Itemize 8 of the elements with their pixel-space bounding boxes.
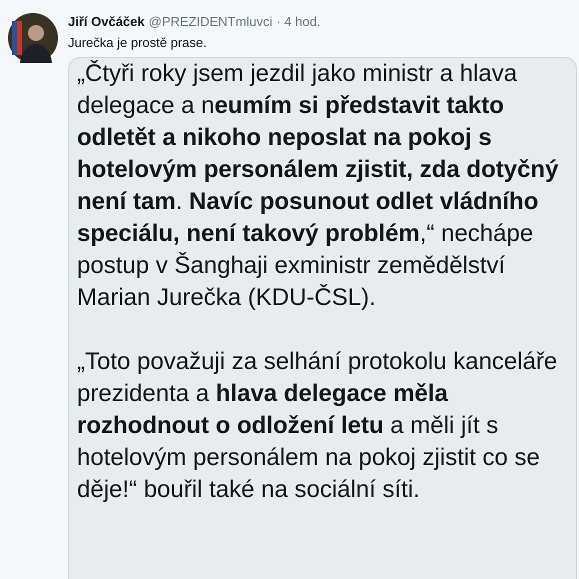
quote-paragraph: „Čtyři roky jsem jezdil jako ministr a hlava delegace a neumím si představit takto odletět a nikoho neposlat na pokoj s hotelovým personálem zjistit, zda dotyčný není tam. Navíc posunout odlet vládního speciálu, není takový problém,“ nechápe postup v Šanghaji exministr zemědělství Marian Jurečka (KDU-ČSL). [77,59,560,313]
tweet-text: Jurečka je prostě prase. [68,34,208,52]
quote-paragraph: „Toto považuji za selhání protokolu kanceláře prezidenta a hlava delegace měla rozhodnout o odložení letu a měli jít s hotelovým personálem na pokoj zjistit co se děje!“ bouřil také na sociální síti. [77,347,558,505]
author-name[interactable]: Jiří Ovčáček [68,13,145,30]
author-handle[interactable]: @PREZIDENTmluvci [148,13,272,30]
attached-image[interactable] [68,57,577,579]
tweet-time[interactable]: · 4 hod. [276,13,320,30]
avatar[interactable] [8,13,58,63]
